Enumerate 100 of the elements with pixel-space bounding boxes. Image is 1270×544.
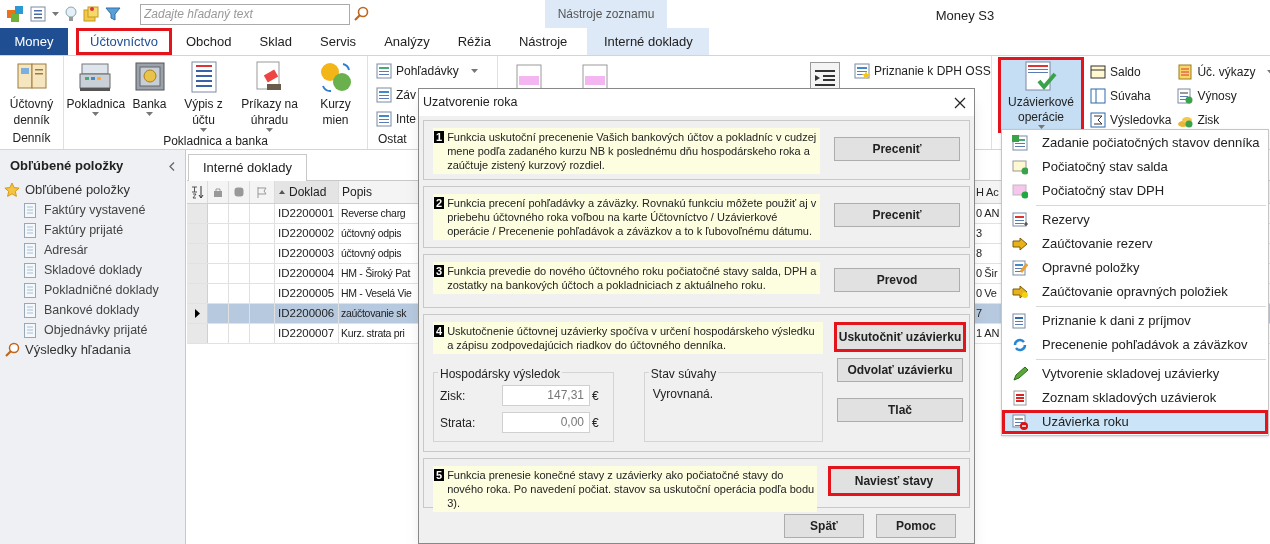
arrow-icon [1012, 236, 1028, 252]
table-cell-text: 1 [976, 326, 983, 342]
document-icon [376, 87, 392, 103]
dialog-button[interactable]: Preceniť [834, 203, 960, 227]
refresh-icon [1012, 337, 1028, 353]
dialog-button[interactable]: Naviesť stavy [828, 466, 960, 496]
group-label: Ostat [377, 131, 407, 148]
group-label: Pokladnica a banka [163, 133, 268, 150]
sort-ascending-icon [279, 190, 285, 194]
dialog-button[interactable]: Tlač [837, 398, 963, 422]
sidebar-item[interactable]: Bankové doklady [0, 300, 185, 320]
closing-operations-button[interactable]: Uzávierkové operácie [998, 57, 1084, 133]
checklist-icon [1025, 61, 1057, 93]
balance-status: Vyrovnaná. [652, 387, 714, 401]
ribbon-tab[interactable]: Analýzy [370, 28, 444, 55]
flag-icon [256, 186, 268, 198]
number-field[interactable]: 0,00 [502, 412, 590, 433]
column-header[interactable]: Popis [339, 181, 417, 203]
ribbon-button[interactable]: Úč. výkazy [1177, 60, 1270, 84]
ribbon-button[interactable]: Inte [376, 108, 416, 130]
ribbon-button[interactable]: Súvaha [1090, 84, 1172, 108]
dialog-button[interactable]: Odvolať uzávierku [837, 358, 963, 382]
menu-item[interactable]: Opravné položky [1002, 256, 1268, 280]
sticky-notes-icon [83, 6, 99, 22]
menu-item[interactable]: Uzávierka roku [1002, 410, 1268, 434]
ribbon-button[interactable]: Banka [131, 60, 168, 116]
table-cell-text: účtovný odpis [340, 225, 402, 241]
document-list-icon [1012, 212, 1028, 228]
ribbon-button[interactable]: Výsledovka [1090, 108, 1172, 132]
list-icon [30, 6, 46, 22]
document-icon [24, 202, 36, 218]
filter-icon [105, 6, 121, 22]
step-number: 4 [434, 325, 445, 337]
table-cell-text: Reverse charg [340, 205, 406, 221]
table-cell-text: HM - Široký Pat [340, 265, 410, 281]
field-label: Zisk: [440, 387, 467, 405]
document-icon [376, 111, 392, 127]
ribbon-button[interactable]: Priznanie k DPH OSS [854, 60, 991, 82]
window-title: Money S3 [934, 7, 996, 25]
menu-item[interactable]: Rezervy [1002, 208, 1268, 232]
table-cell-text: 8 [976, 246, 983, 262]
document-minus-icon [1012, 414, 1028, 430]
sidebar-item[interactable]: Výsledky hľadania [0, 340, 185, 360]
menu-item[interactable]: Zaúčtovanie opravných položiek [1002, 280, 1268, 304]
menu-item[interactable]: Priznanie k dani z príjmov [1002, 309, 1268, 333]
step-description: Funkcia uskutoční precenenie Vašich bankových účtov a pokladníc v cudzej mene podľa zadaného kurzu NB k poslednému dňu hospodárskeho roka a zaúčtuje zistený kurzový rozdiel. [447, 130, 818, 172]
ribbon-button[interactable]: Účtovný denník [1, 60, 62, 128]
dialog-button[interactable]: Preceniť [834, 137, 960, 161]
number-field[interactable]: 147,31 [502, 385, 590, 406]
document-icon [1012, 313, 1028, 329]
dialog-button[interactable]: Uskutočniť uzávierku [834, 322, 966, 352]
ribbon-button[interactable]: Saldo [1090, 60, 1172, 84]
ribbon-button[interactable]: Pohľadávky [376, 60, 478, 82]
menu-item[interactable]: Precenenie pohľadávok a záväzkov [1002, 333, 1268, 357]
dialog-button[interactable]: Prevod [834, 268, 960, 292]
menu-item[interactable]: Počiatočný stav salda [1002, 155, 1268, 179]
context-tab-header: Nástroje zoznamu [545, 0, 667, 28]
star-icon [4, 182, 20, 198]
table-cell: ID2200001 [275, 204, 339, 223]
ribbon-button[interactable]: Kurzy mien [305, 60, 366, 128]
document-icon [24, 302, 36, 318]
ribbon-tab[interactable]: Money [0, 28, 68, 55]
ribbon-button[interactable]: Príkazy na úhradu [239, 60, 300, 132]
ribbon-tab[interactable]: Účtovníctvo [76, 28, 172, 55]
table-cell-text: 0 [976, 266, 983, 282]
ribbon-tab[interactable]: Obchod [171, 28, 246, 55]
menu-item[interactable]: Zoznam skladových uzávierok [1002, 386, 1268, 410]
sidebar-item[interactable]: Adresár [0, 240, 185, 260]
dialog-button[interactable]: Späť [784, 514, 864, 538]
menu-item[interactable]: Zadanie počiatočných stavov denníka [1002, 131, 1268, 155]
column-header[interactable]: Doklad [275, 181, 339, 203]
ribbon-tab[interactable]: Sklad [245, 28, 306, 55]
ribbon-tab[interactable]: Servis [306, 28, 371, 55]
table-cell: ID2200005 [275, 284, 339, 303]
ribbon-tab[interactable]: Interné doklady [587, 28, 710, 55]
menu-item[interactable]: Vytvorenie skladovej uzávierky [1002, 362, 1268, 386]
table-icon [1090, 64, 1106, 80]
menu-item[interactable]: Zaúčtovanie rezerv [1002, 232, 1268, 256]
table-cell-text: AN [984, 326, 1000, 342]
sort-icon [190, 185, 204, 199]
sidebar-item[interactable]: Faktúry vystavené [0, 200, 185, 220]
list-tab[interactable]: Interné doklady [188, 154, 307, 181]
table-cell-text: zaúčtovanie sk [340, 305, 407, 321]
sidebar-item[interactable]: Pokladničné doklady [0, 280, 185, 300]
sidebar-item[interactable]: Obľúbené položky [0, 180, 185, 200]
document-icon [24, 282, 36, 298]
menu-item[interactable]: Počiatočný stav DPH [1002, 179, 1268, 203]
currency-label: € [592, 414, 599, 432]
ribbon-button[interactable]: Pokladnica [65, 60, 126, 116]
sidebar-item[interactable]: Skladové doklady [0, 260, 185, 280]
search-field[interactable]: Zadajte hľadaný text [140, 3, 350, 25]
ribbon-tab[interactable]: Réžia [443, 28, 505, 55]
sidebar-item[interactable]: Objednávky prijaté [0, 320, 185, 340]
ribbon-button[interactable]: Výpis z účtu [173, 60, 234, 132]
caret-icon [52, 12, 59, 16]
sidebar-item[interactable]: Faktúry prijaté [0, 220, 185, 240]
ribbon-tab[interactable]: Nástroje [504, 28, 582, 55]
ribbon-button[interactable]: Záv [376, 84, 416, 106]
ribbon-button[interactable]: Výnosy [1177, 84, 1270, 108]
dialog-button[interactable]: Pomoc [876, 514, 956, 538]
